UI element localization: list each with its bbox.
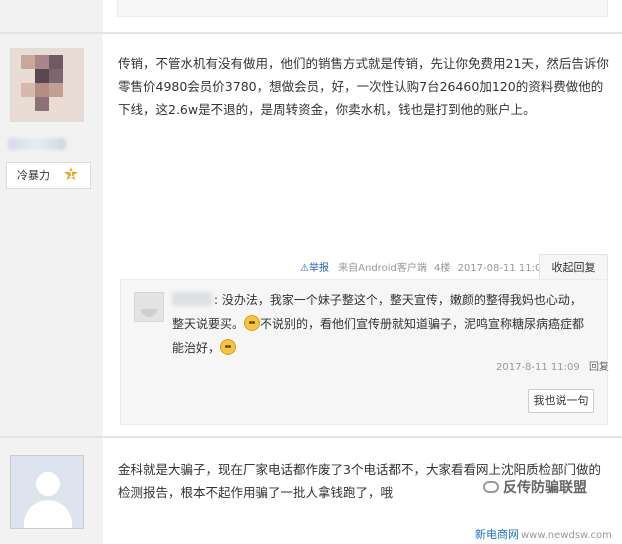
sub-reply-username-blurred[interactable] [172,292,212,306]
username-blurred[interactable] [8,138,66,150]
user-level-badge[interactable]: 冷暴力 ★ 1 [6,162,91,189]
warning-icon: ⚠ [300,263,309,274]
post-tail: ⚠举报 来自Android客户端 4楼 2017-08-11 11:03 [300,259,548,274]
sub-reply-reply-link[interactable]: 回复 [589,362,609,373]
wechat-icon [483,481,499,493]
post-divider [0,32,622,34]
sub-reply-time: 2017-8-11 11:09 [496,362,580,373]
user-avatar[interactable] [10,48,84,122]
user-level-label: 冷暴力 [17,169,50,182]
level-number: 1 [68,170,74,179]
post-time: 2017-08-11 11:03 [457,263,548,274]
floor-number: 4楼 [434,263,451,274]
collapse-reply-button[interactable]: 收起回复 [539,254,608,279]
sub-reply-avatar[interactable] [134,292,164,322]
smiley-icon [244,315,261,331]
sub-reply-content: : 没办法，我家一个妹子整这个，整天宣传，嫩颜的整得我妈也心动，整天说要买。 不说… [172,288,592,360]
wechat-watermark: 反传防骗联盟 [483,477,587,497]
smiley-icon [220,339,237,355]
default-avatar[interactable] [10,455,84,529]
post-source: 来自Android客户端 [338,263,427,274]
report-label: 举报 [308,263,329,274]
report-link[interactable]: ⚠举报 [300,263,332,274]
previous-reply-box [117,0,608,17]
post-content: 传销，不管水机有没有做用，他们的销售方式就是传销，先让你免费用21天，然后告诉你… [118,56,609,117]
post-divider [0,436,622,438]
sub-reply-meta: 2017-8-11 11:09 回复 [496,358,609,373]
site-watermark: 新电商网 www.newdsw.com [475,528,612,541]
say-something-button[interactable]: 我也说一句 [528,389,594,413]
